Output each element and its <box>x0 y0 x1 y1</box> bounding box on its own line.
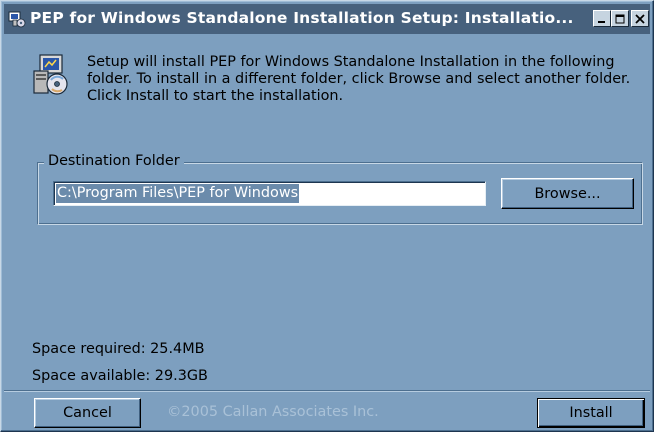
window-title: PEP for Windows Standalone Installation … <box>30 9 574 27</box>
setup-disk-icon <box>32 53 72 97</box>
minimize-button[interactable] <box>593 10 611 27</box>
minimize-icon <box>598 20 605 23</box>
space-required: Space required: 25.4MB <box>32 341 205 357</box>
cancel-button[interactable]: Cancel <box>34 398 141 428</box>
footer-divider <box>4 390 650 392</box>
destination-path-value: C:\Program Files\PEP for Windows <box>56 184 300 203</box>
maximize-icon <box>615 14 625 23</box>
maximize-button[interactable] <box>611 10 629 27</box>
intro-text: Setup will install PEP for Windows Stand… <box>87 54 631 104</box>
install-button[interactable]: Install <box>537 398 645 428</box>
installer-window: PEP for Windows Standalone Installation … <box>0 0 654 432</box>
browse-button[interactable]: Browse... <box>501 178 634 209</box>
destination-folder-label: Destination Folder <box>44 153 184 169</box>
installer-icon <box>8 10 26 28</box>
branding-text: ©2005 Callan Associates Inc. <box>167 404 379 420</box>
title-bar[interactable]: PEP for Windows Standalone Installation … <box>4 4 650 34</box>
space-available: Space available: 29.3GB <box>32 368 208 384</box>
destination-path-input[interactable]: C:\Program Files\PEP for Windows <box>53 181 486 206</box>
close-icon <box>635 13 645 24</box>
close-button[interactable] <box>631 10 649 27</box>
